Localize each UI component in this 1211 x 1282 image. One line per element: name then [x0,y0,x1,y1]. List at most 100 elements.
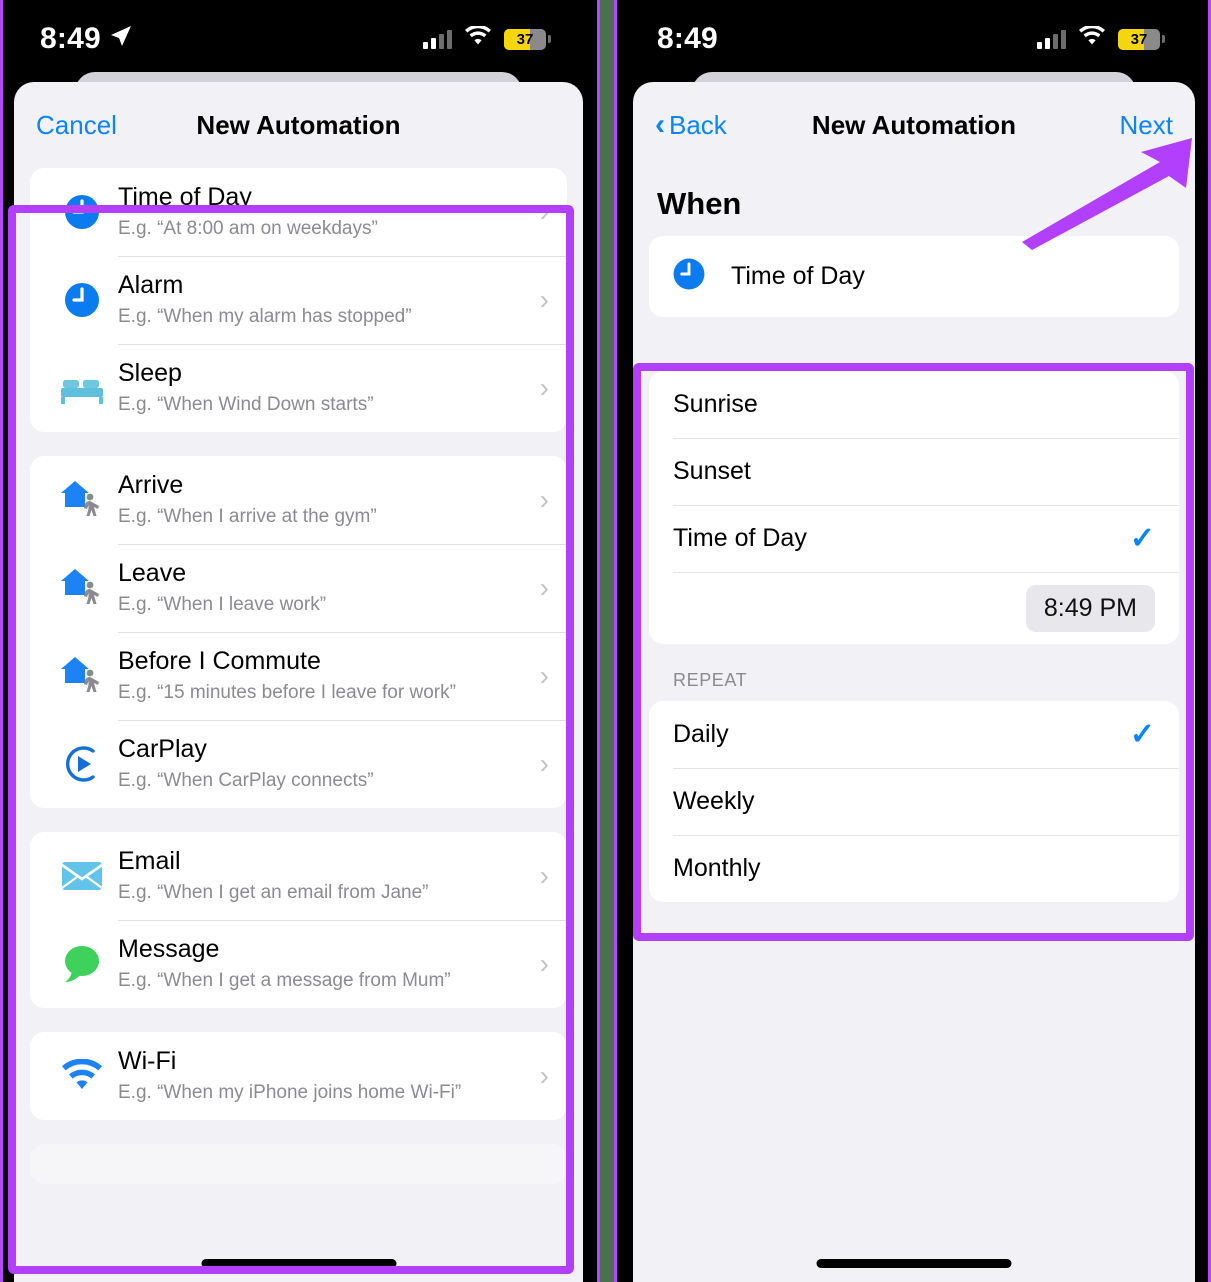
envelope-icon [46,858,118,894]
battery-percent: 37 [516,30,534,48]
list-item-subtitle: E.g. “When I get an email from Jane” [118,882,429,904]
left-navbar: Cancel New Automation [14,82,583,168]
clock-icon [46,278,118,322]
status-indicators: 37 [1037,24,1165,52]
checkmark-icon: ✓ [1129,521,1155,555]
chevron-right-icon: › [539,484,549,515]
wifi-icon [46,1059,118,1093]
back-button[interactable]: ‹ Back [655,110,805,141]
list-item-subtitle: E.g. “When Wind Down starts” [118,394,374,416]
list-item-title: Leave [118,559,187,588]
repeat-options-group: Daily ✓ Weekly Monthly [649,701,1179,902]
home-indicator [816,1259,1012,1268]
status-time-group: 8:49 [40,22,133,56]
status-time: 8:49 [657,22,718,55]
repeat-option-monthly[interactable]: Monthly [649,835,1179,902]
cellular-signal-icon [423,29,452,49]
chevron-right-icon: › [539,948,549,979]
house-walk-icon [46,565,118,611]
list-item[interactable]: Wi-Fi E.g. “When my iPhone joins home Wi… [30,1032,567,1120]
screenshot-stage: 8:49 37 Cancel New Automation Time of Da… [0,0,1211,1282]
wifi-status-icon [1078,24,1106,52]
list-item-title: Time of Day [118,183,252,212]
right-phone-panel: 8:49 37 ‹ Back New Automation Next When … [617,0,1211,1282]
chevron-right-icon: › [539,284,549,315]
list-item-subtitle: E.g. “When I arrive at the gym” [118,506,377,528]
option-sunrise[interactable]: Sunrise [649,371,1179,438]
list-item-title: Wi-Fi [118,1047,177,1076]
list-item[interactable]: CarPlay E.g. “When CarPlay connects” › [30,720,567,808]
chevron-right-icon: › [539,660,549,691]
list-item-title: Alarm [118,271,184,300]
time-value-chip[interactable]: 8:49 PM [1025,584,1155,632]
chevron-right-icon: › [539,572,549,603]
selected-trigger-card[interactable]: Time of Day [649,236,1179,317]
back-button-label: Back [669,109,727,140]
option-label: Time of Day [673,524,807,552]
house-walk-icon [46,653,118,699]
list-item-subtitle: E.g. “At 8:00 am on weekdays” [118,218,378,240]
list-item[interactable]: Leave E.g. “When I leave work” › [30,544,567,632]
trigger-group-partial [30,1144,567,1184]
trigger-group-communication: Email E.g. “When I get an email from Jan… [30,832,567,1008]
list-item-subtitle: E.g. “15 minutes before I leave for work… [118,682,456,704]
battery-percent: 37 [1130,30,1148,48]
list-item-title: Sleep [118,359,182,388]
list-item-title: Arrive [118,471,184,500]
page-title: New Automation [196,109,401,140]
list-item[interactable]: Email E.g. “When I get an email from Jan… [30,832,567,920]
list-item[interactable]: Message E.g. “When I get a message from … [30,920,567,1008]
repeat-option-daily[interactable]: Daily ✓ [649,701,1179,768]
when-config-sheet: ‹ Back New Automation Next When Time of … [633,82,1195,1282]
option-sunset[interactable]: Sunset [649,438,1179,505]
clock-icon [46,190,118,234]
frame-line-left [0,0,3,1282]
next-button[interactable]: Next [1120,110,1173,141]
frame-line-mid-left [597,0,600,1282]
left-status-bar: 8:49 37 [0,0,597,78]
list-item[interactable]: Time of Day E.g. “At 8:00 am on weekdays… [30,168,567,256]
option-label: Weekly [673,787,755,815]
location-arrow-icon [109,22,133,56]
cancel-button[interactable]: Cancel [36,110,117,141]
selected-trigger-label: Time of Day [731,262,865,290]
section-heading-when: When [657,186,742,221]
option-label: Sunset [673,457,751,485]
list-item[interactable]: Sleep E.g. “When Wind Down starts” › [30,344,567,432]
frame-line-mid-right [614,0,617,1282]
status-indicators: 37 [423,24,551,52]
home-indicator [201,1259,396,1268]
repeat-option-weekly[interactable]: Weekly [649,768,1179,835]
wifi-status-icon [464,24,492,52]
trigger-group-location: Arrive E.g. “When I arrive at the gym” › [30,456,567,808]
message-bubble-icon [46,943,118,985]
battery-icon: 37 [1118,28,1165,50]
cellular-signal-icon [1037,29,1066,49]
option-time-of-day[interactable]: Time of Day ✓ [649,505,1179,572]
chevron-right-icon: › [539,196,549,227]
status-time: 8:49 [40,22,101,55]
list-item[interactable]: Before I Commute E.g. “15 minutes before… [30,632,567,720]
list-item-title: CarPlay [118,735,207,764]
when-content: Time of Day Sunrise Sunset Time of Day ✓ [633,236,1195,902]
list-item-title: Before I Commute [118,647,321,676]
repeat-section-header: REPEAT [673,670,748,690]
list-item[interactable]: Alarm E.g. “When my alarm has stopped” › [30,256,567,344]
chevron-left-icon: ‹ [655,108,665,141]
trigger-list: Time of Day E.g. “At 8:00 am on weekdays… [14,168,583,1184]
right-navbar: ‹ Back New Automation Next [633,82,1195,168]
option-label: Daily [673,720,729,748]
chevron-right-icon: › [539,372,549,403]
list-item[interactable]: Arrive E.g. “When I arrive at the gym” › [30,456,567,544]
list-item-subtitle: E.g. “When I leave work” [118,594,327,616]
list-item-subtitle: E.g. “When my alarm has stopped” [118,306,412,328]
trigger-group-network: Wi-Fi E.g. “When my iPhone joins home Wi… [30,1032,567,1120]
trigger-group-time: Time of Day E.g. “At 8:00 am on weekdays… [30,168,567,432]
carplay-icon [46,741,118,787]
battery-icon: 37 [504,28,551,50]
new-automation-sheet: Cancel New Automation Time of Day E.g. “… [14,82,583,1282]
list-item-title: Message [118,935,220,964]
chevron-right-icon: › [539,748,549,779]
option-label: Sunrise [673,390,758,418]
time-value-row[interactable]: 8:49 PM [649,572,1179,644]
